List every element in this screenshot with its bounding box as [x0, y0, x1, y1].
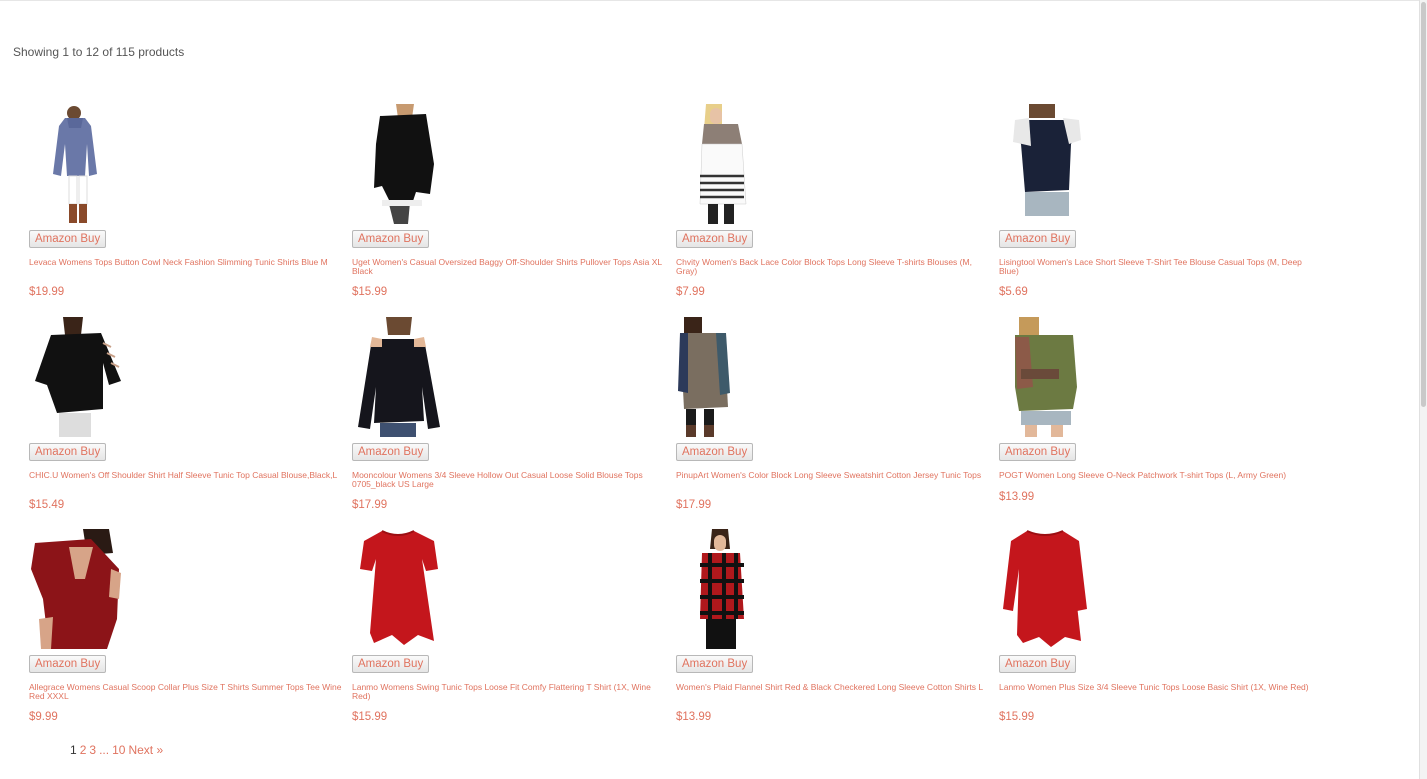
pagination-ellipsis: ...: [99, 743, 110, 757]
product-card: Amazon Buy PinupArt Women's Color Block …: [676, 316, 999, 530]
product-title-link[interactable]: Uget Women's Casual Oversized Baggy Off-…: [352, 258, 668, 276]
product-title-link[interactable]: Chvity Women's Back Lace Color Block Top…: [676, 258, 992, 276]
top-divider: [0, 0, 1420, 1]
page-2-link[interactable]: 2: [80, 743, 87, 757]
result-count: Showing 1 to 12 of 115 products: [13, 45, 185, 59]
product-image[interactable]: [676, 316, 768, 437]
product-image[interactable]: [352, 316, 444, 437]
product-price: $19.99: [29, 286, 65, 298]
product-price: $15.99: [999, 711, 1035, 723]
amazon-buy-button[interactable]: Amazon Buy: [676, 442, 754, 461]
product-price: $15.99: [352, 286, 388, 298]
product-image[interactable]: [29, 316, 121, 437]
product-title-link[interactable]: PinupArt Women's Color Block Long Sleeve…: [676, 470, 992, 480]
product-card: Amazon Buy Women's Plaid Flannel Shirt R…: [676, 529, 999, 742]
product-card: Amazon Buy Mooncolour Womens 3/4 Sleeve …: [352, 316, 676, 530]
product-price: $17.99: [676, 498, 712, 511]
product-card: Amazon Buy Levaca Womens Tops Button Cow…: [29, 104, 352, 317]
product-image[interactable]: [352, 529, 444, 649]
product-card: Amazon Buy Chvity Women's Back Lace Colo…: [676, 104, 999, 317]
product-title-link[interactable]: Mooncolour Womens 3/4 Sleeve Hollow Out …: [352, 470, 668, 489]
product-card: Amazon Buy Lanmo Women Plus Size 3/4 Sle…: [999, 529, 1322, 742]
product-price: $15.49: [29, 498, 65, 511]
scrollbar-thumb[interactable]: [1421, 2, 1426, 407]
product-price: $15.99: [352, 711, 388, 723]
pagination: 1 2 3... 10 Next »: [70, 743, 166, 757]
product-grid: Amazon Buy Levaca Womens Tops Button Cow…: [29, 104, 1322, 742]
amazon-buy-button[interactable]: Amazon Buy: [352, 655, 430, 673]
product-title-link[interactable]: Women's Plaid Flannel Shirt Red & Black …: [676, 683, 992, 692]
product-title-link[interactable]: Lanmo Women Plus Size 3/4 Sleeve Tunic T…: [999, 683, 1315, 692]
amazon-buy-button[interactable]: Amazon Buy: [999, 655, 1077, 673]
amazon-buy-button[interactable]: Amazon Buy: [676, 230, 754, 248]
product-image[interactable]: [999, 104, 1091, 224]
product-title-link[interactable]: Lisingtool Women's Lace Short Sleeve T-S…: [999, 258, 1315, 276]
amazon-buy-button[interactable]: Amazon Buy: [29, 655, 107, 673]
page-1-current: 1: [70, 743, 77, 757]
scrollbar[interactable]: [1419, 0, 1427, 779]
product-title-link[interactable]: Allegrace Womens Casual Scoop Collar Plu…: [29, 683, 345, 701]
product-price: $17.99: [352, 498, 388, 511]
product-title-link[interactable]: Levaca Womens Tops Button Cowl Neck Fash…: [29, 258, 345, 267]
amazon-buy-button[interactable]: Amazon Buy: [999, 442, 1077, 461]
page-10-link[interactable]: 10: [112, 743, 125, 757]
page-3-link[interactable]: 3: [89, 743, 96, 757]
amazon-buy-button[interactable]: Amazon Buy: [29, 442, 107, 461]
product-title-link[interactable]: POGT Women Long Sleeve O-Neck Patchwork …: [999, 470, 1315, 480]
product-card: Amazon Buy Lanmo Womens Swing Tunic Tops…: [352, 529, 676, 742]
product-image[interactable]: [676, 529, 768, 649]
product-card: Amazon Buy CHIC.U Women's Off Shoulder S…: [29, 316, 352, 530]
product-image[interactable]: [999, 529, 1091, 649]
product-card: Amazon Buy Lisingtool Women's Lace Short…: [999, 104, 1322, 317]
product-price: $9.99: [29, 711, 58, 723]
amazon-buy-button[interactable]: Amazon Buy: [676, 655, 754, 673]
product-card: Amazon Buy POGT Women Long Sleeve O-Neck…: [999, 316, 1322, 530]
amazon-buy-button[interactable]: Amazon Buy: [352, 230, 430, 248]
product-title-link[interactable]: CHIC.U Women's Off Shoulder Shirt Half S…: [29, 470, 345, 480]
product-price: $13.99: [676, 711, 712, 723]
amazon-buy-button[interactable]: Amazon Buy: [999, 230, 1077, 248]
product-image[interactable]: [29, 104, 121, 224]
product-image[interactable]: [999, 316, 1091, 437]
product-title-link[interactable]: Lanmo Womens Swing Tunic Tops Loose Fit …: [352, 683, 668, 701]
product-price: $5.69: [999, 286, 1028, 298]
product-image[interactable]: [676, 104, 768, 224]
amazon-buy-button[interactable]: Amazon Buy: [29, 230, 107, 248]
product-card: Amazon Buy Uget Women's Casual Oversized…: [352, 104, 676, 317]
product-price: $7.99: [676, 286, 705, 298]
product-image[interactable]: [352, 104, 444, 224]
amazon-buy-button[interactable]: Amazon Buy: [352, 442, 430, 461]
next-page-link[interactable]: Next »: [128, 743, 163, 757]
product-price: $13.99: [999, 490, 1035, 503]
product-card: Amazon Buy Allegrace Womens Casual Scoop…: [29, 529, 352, 742]
product-image[interactable]: [29, 529, 121, 649]
